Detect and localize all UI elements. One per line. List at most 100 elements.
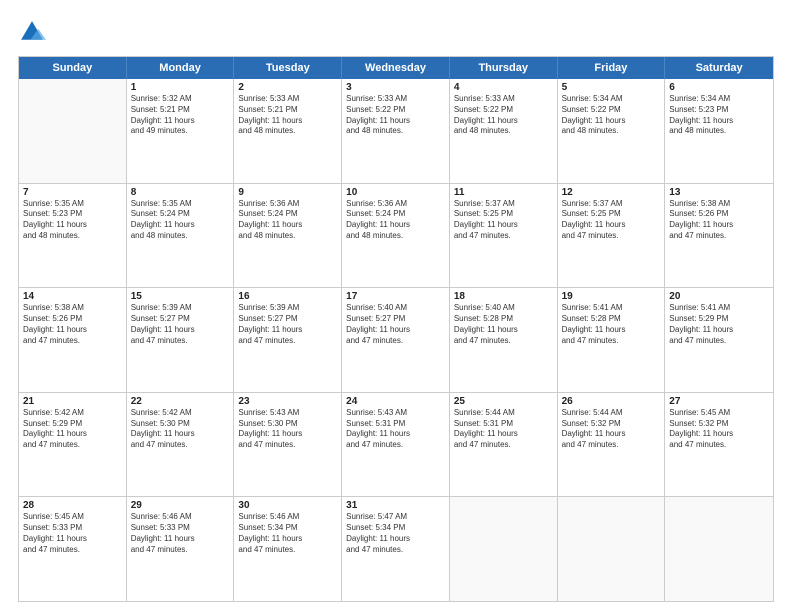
cell-info-line: Sunset: 5:29 PM bbox=[23, 419, 122, 430]
cell-info-line: Daylight: 11 hours bbox=[346, 325, 445, 336]
cell-info-line: and 48 minutes. bbox=[238, 126, 337, 137]
cell-info-line: and 47 minutes. bbox=[23, 545, 122, 556]
day-number: 15 bbox=[131, 291, 230, 302]
cell-info-line: Sunrise: 5:40 AM bbox=[346, 303, 445, 314]
cell-info-line: and 48 minutes. bbox=[238, 231, 337, 242]
cell-info-line: and 47 minutes. bbox=[346, 440, 445, 451]
calendar-day-15: 15Sunrise: 5:39 AMSunset: 5:27 PMDayligh… bbox=[127, 288, 235, 392]
cell-info-line: Sunset: 5:26 PM bbox=[669, 209, 769, 220]
day-number: 27 bbox=[669, 396, 769, 407]
weekday-header-saturday: Saturday bbox=[665, 57, 773, 79]
cell-info-line: Daylight: 11 hours bbox=[454, 429, 553, 440]
day-number: 17 bbox=[346, 291, 445, 302]
cell-info-line: Sunset: 5:24 PM bbox=[346, 209, 445, 220]
calendar-day-5: 5Sunrise: 5:34 AMSunset: 5:22 PMDaylight… bbox=[558, 79, 666, 183]
cell-info-line: and 47 minutes. bbox=[238, 440, 337, 451]
cell-info-line: Sunset: 5:33 PM bbox=[131, 523, 230, 534]
cell-info-line: and 47 minutes. bbox=[669, 336, 769, 347]
calendar-empty-cell bbox=[665, 497, 773, 601]
day-number: 11 bbox=[454, 187, 553, 198]
cell-info-line: and 47 minutes. bbox=[669, 231, 769, 242]
cell-info-line: Sunset: 5:22 PM bbox=[346, 105, 445, 116]
calendar-day-2: 2Sunrise: 5:33 AMSunset: 5:21 PMDaylight… bbox=[234, 79, 342, 183]
cell-info-line: Daylight: 11 hours bbox=[131, 429, 230, 440]
cell-info-line: Daylight: 11 hours bbox=[669, 325, 769, 336]
cell-info-line: Daylight: 11 hours bbox=[23, 534, 122, 545]
cell-info-line: Sunrise: 5:40 AM bbox=[454, 303, 553, 314]
cell-info-line: Sunrise: 5:45 AM bbox=[23, 512, 122, 523]
cell-info-line: Sunrise: 5:44 AM bbox=[454, 408, 553, 419]
calendar-empty-cell bbox=[19, 79, 127, 183]
day-number: 25 bbox=[454, 396, 553, 407]
cell-info-line: Sunset: 5:27 PM bbox=[131, 314, 230, 325]
cell-info-line: and 47 minutes. bbox=[23, 336, 122, 347]
cell-info-line: Sunrise: 5:37 AM bbox=[562, 199, 661, 210]
calendar-day-24: 24Sunrise: 5:43 AMSunset: 5:31 PMDayligh… bbox=[342, 393, 450, 497]
cell-info-line: Sunrise: 5:33 AM bbox=[238, 94, 337, 105]
cell-info-line: Daylight: 11 hours bbox=[669, 116, 769, 127]
weekday-header-monday: Monday bbox=[127, 57, 235, 79]
cell-info-line: and 47 minutes. bbox=[131, 440, 230, 451]
cell-info-line: and 47 minutes. bbox=[346, 545, 445, 556]
cell-info-line: Sunset: 5:28 PM bbox=[562, 314, 661, 325]
calendar-week-5: 28Sunrise: 5:45 AMSunset: 5:33 PMDayligh… bbox=[19, 497, 773, 601]
cell-info-line: Daylight: 11 hours bbox=[23, 220, 122, 231]
cell-info-line: and 48 minutes. bbox=[131, 231, 230, 242]
cell-info-line: Daylight: 11 hours bbox=[346, 220, 445, 231]
day-number: 23 bbox=[238, 396, 337, 407]
cell-info-line: Sunset: 5:24 PM bbox=[131, 209, 230, 220]
cell-info-line: Daylight: 11 hours bbox=[562, 220, 661, 231]
cell-info-line: Daylight: 11 hours bbox=[23, 429, 122, 440]
day-number: 26 bbox=[562, 396, 661, 407]
cell-info-line: Sunset: 5:21 PM bbox=[131, 105, 230, 116]
calendar-day-21: 21Sunrise: 5:42 AMSunset: 5:29 PMDayligh… bbox=[19, 393, 127, 497]
cell-info-line: Sunrise: 5:43 AM bbox=[238, 408, 337, 419]
cell-info-line: Sunrise: 5:44 AM bbox=[562, 408, 661, 419]
cell-info-line: and 47 minutes. bbox=[238, 545, 337, 556]
calendar-day-11: 11Sunrise: 5:37 AMSunset: 5:25 PMDayligh… bbox=[450, 184, 558, 288]
cell-info-line: Daylight: 11 hours bbox=[238, 429, 337, 440]
cell-info-line: Sunrise: 5:33 AM bbox=[346, 94, 445, 105]
cell-info-line: Sunrise: 5:38 AM bbox=[669, 199, 769, 210]
cell-info-line: Sunset: 5:28 PM bbox=[454, 314, 553, 325]
day-number: 7 bbox=[23, 187, 122, 198]
cell-info-line: Sunset: 5:27 PM bbox=[238, 314, 337, 325]
day-number: 9 bbox=[238, 187, 337, 198]
cell-info-line: Daylight: 11 hours bbox=[346, 429, 445, 440]
cell-info-line: Daylight: 11 hours bbox=[346, 534, 445, 545]
cell-info-line: Sunrise: 5:33 AM bbox=[454, 94, 553, 105]
weekday-header-tuesday: Tuesday bbox=[234, 57, 342, 79]
cell-info-line: and 48 minutes. bbox=[346, 231, 445, 242]
calendar-day-31: 31Sunrise: 5:47 AMSunset: 5:34 PMDayligh… bbox=[342, 497, 450, 601]
cell-info-line: Sunrise: 5:39 AM bbox=[131, 303, 230, 314]
calendar-day-14: 14Sunrise: 5:38 AMSunset: 5:26 PMDayligh… bbox=[19, 288, 127, 392]
cell-info-line: and 47 minutes. bbox=[131, 336, 230, 347]
calendar-day-26: 26Sunrise: 5:44 AMSunset: 5:32 PMDayligh… bbox=[558, 393, 666, 497]
cell-info-line: Sunrise: 5:37 AM bbox=[454, 199, 553, 210]
cell-info-line: and 48 minutes. bbox=[23, 231, 122, 242]
cell-info-line: Daylight: 11 hours bbox=[669, 429, 769, 440]
cell-info-line: Daylight: 11 hours bbox=[238, 534, 337, 545]
cell-info-line: Daylight: 11 hours bbox=[454, 325, 553, 336]
calendar-empty-cell bbox=[450, 497, 558, 601]
day-number: 16 bbox=[238, 291, 337, 302]
day-number: 19 bbox=[562, 291, 661, 302]
day-number: 4 bbox=[454, 82, 553, 93]
logo bbox=[18, 18, 50, 46]
calendar-day-6: 6Sunrise: 5:34 AMSunset: 5:23 PMDaylight… bbox=[665, 79, 773, 183]
cell-info-line: Daylight: 11 hours bbox=[454, 220, 553, 231]
calendar-day-13: 13Sunrise: 5:38 AMSunset: 5:26 PMDayligh… bbox=[665, 184, 773, 288]
cell-info-line: Daylight: 11 hours bbox=[454, 116, 553, 127]
cell-info-line: Daylight: 11 hours bbox=[131, 220, 230, 231]
day-number: 3 bbox=[346, 82, 445, 93]
cell-info-line: Sunset: 5:30 PM bbox=[131, 419, 230, 430]
cell-info-line: Sunrise: 5:34 AM bbox=[669, 94, 769, 105]
calendar-day-4: 4Sunrise: 5:33 AMSunset: 5:22 PMDaylight… bbox=[450, 79, 558, 183]
day-number: 5 bbox=[562, 82, 661, 93]
cell-info-line: and 47 minutes. bbox=[346, 336, 445, 347]
cell-info-line: Sunset: 5:22 PM bbox=[562, 105, 661, 116]
cell-info-line: and 47 minutes. bbox=[131, 545, 230, 556]
cell-info-line: Sunset: 5:26 PM bbox=[23, 314, 122, 325]
day-number: 2 bbox=[238, 82, 337, 93]
calendar-day-30: 30Sunrise: 5:46 AMSunset: 5:34 PMDayligh… bbox=[234, 497, 342, 601]
